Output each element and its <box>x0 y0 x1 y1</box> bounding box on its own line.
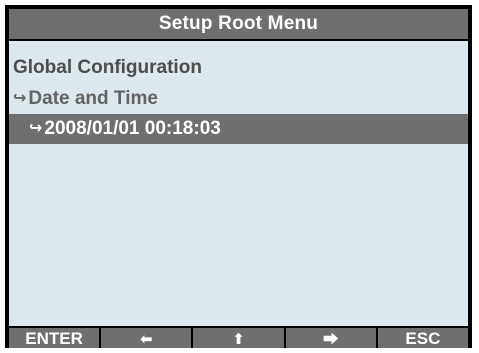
date-and-time-label: Date and Time <box>28 88 158 109</box>
indent-arrow-icon: ↪ <box>29 120 43 137</box>
enter-label: ENTER <box>25 329 83 348</box>
right-button[interactable]: ⮕ <box>285 328 376 348</box>
esc-button[interactable]: ESC <box>377 328 469 348</box>
esc-label: ESC <box>405 329 441 348</box>
indent-arrow-icon: ↪ <box>13 90 27 107</box>
display-screen: Setup Root Menu Global Configuration ↪ Da… <box>5 5 472 348</box>
menu-title: Setup Root Menu <box>9 9 468 39</box>
menu-content: Global Configuration ↪ Date and Time ↪ 200… <box>9 41 468 326</box>
up-button[interactable]: ⬆ <box>193 328 284 348</box>
left-arrow-icon: ⬅ <box>140 331 153 348</box>
right-arrow-icon: ⮕ <box>323 331 339 348</box>
datetime-value-item[interactable]: ↪ 2008/01/01 00:18:03 <box>9 114 468 144</box>
global-configuration-heading: Global Configuration <box>13 57 202 78</box>
up-arrow-icon: ⬆ <box>232 331 245 348</box>
enter-button[interactable]: ENTER <box>9 328 100 348</box>
date-and-time-item[interactable]: ↪ Date and Time <box>9 86 472 112</box>
softkey-bar: ENTER ⬅ ⬆ ⮕ ESC <box>9 328 469 348</box>
left-button[interactable]: ⬅ <box>101 328 192 348</box>
datetime-value: 2008/01/01 00:18:03 <box>44 118 221 139</box>
